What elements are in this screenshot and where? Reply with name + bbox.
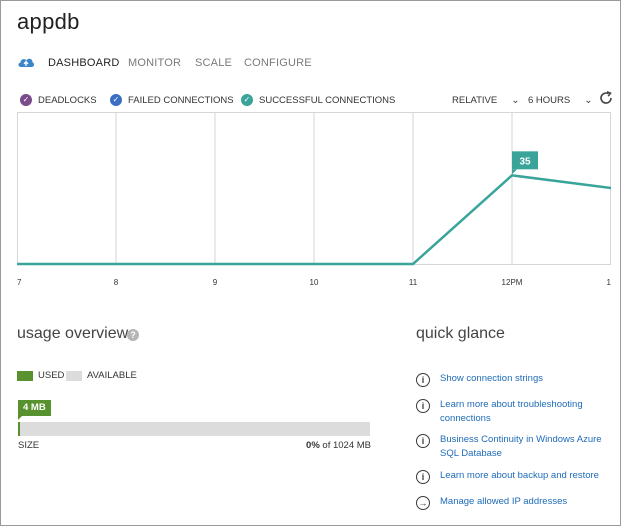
legend-successful-connections[interactable]: ✓ SUCCESSFUL CONNECTIONS: [241, 92, 395, 108]
link-text[interactable]: Show connection strings: [440, 372, 620, 386]
usage-percent: 0% of 1024 MB: [306, 440, 371, 451]
cloud-database-icon: [18, 58, 35, 67]
info-icon: i: [416, 399, 430, 413]
used-size-tag: 4 MB: [18, 400, 51, 420]
legend-successful-label: SUCCESSFUL CONNECTIONS: [259, 94, 396, 106]
link-text[interactable]: Learn more about backup and restore: [440, 469, 620, 483]
mode-dropdown[interactable]: RELATIVE ⌄: [452, 92, 520, 108]
check-circle-icon: ✓: [110, 94, 122, 106]
link-troubleshooting-connections[interactable]: i Learn more about troubleshooting conne…: [416, 398, 621, 425]
tab-dashboard[interactable]: DASHBOARD: [48, 57, 119, 69]
used-swatch: [17, 370, 33, 381]
capacity-text: of 1024 MB: [322, 440, 371, 451]
x-tick-label: 7: [17, 278, 22, 287]
link-business-continuity[interactable]: i Business Continuity in Windows Azure S…: [416, 433, 621, 460]
page-title: appdb: [17, 9, 80, 34]
used-label: USED: [38, 370, 65, 381]
range-value: 6 HOURS: [528, 94, 571, 106]
link-show-connection-strings[interactable]: i Show connection strings: [416, 372, 621, 387]
link-text[interactable]: Business Continuity in Windows Azure SQL…: [440, 433, 620, 460]
x-tick-label: 10: [310, 278, 319, 287]
percent-value: 0%: [306, 440, 320, 451]
tab-scale[interactable]: SCALE: [195, 57, 232, 69]
usage-bar-fill: [18, 422, 20, 436]
link-text[interactable]: Learn more about troubleshooting connect…: [440, 398, 620, 425]
info-icon: i: [416, 434, 430, 448]
x-tick-label: 11: [409, 278, 418, 287]
connections-chart: 7 8 9 10 11 12PM 1 35: [17, 112, 611, 287]
value-callout-label: 35: [519, 156, 531, 167]
legend-deadlocks[interactable]: ✓ DEADLOCKS: [20, 92, 97, 108]
mode-value: RELATIVE: [452, 94, 498, 106]
x-tick-label: 8: [114, 278, 119, 287]
arrow-right-circle-icon: →: [416, 496, 430, 510]
available-swatch: [66, 370, 82, 381]
quick-glance-title: quick glance: [416, 325, 505, 342]
link-manage-ip-addresses[interactable]: → Manage allowed IP addresses: [416, 495, 621, 510]
check-circle-icon: ✓: [241, 94, 253, 106]
link-backup-restore[interactable]: i Learn more about backup and restore: [416, 469, 621, 484]
usage-bar: [18, 422, 370, 436]
x-tick-label: 12PM: [502, 278, 523, 287]
info-icon: i: [416, 373, 430, 387]
size-label: SIZE: [18, 440, 40, 451]
usage-legend-available: AVAILABLE: [66, 370, 137, 381]
chevron-down-icon: ⌄: [584, 94, 593, 106]
range-dropdown[interactable]: 6 HOURS ⌄: [528, 92, 593, 108]
refresh-icon[interactable]: [598, 90, 614, 106]
usage-overview-title: usage overview: [17, 325, 129, 342]
legend-failed-label: FAILED CONNECTIONS: [128, 94, 234, 106]
chevron-down-icon: ⌄: [511, 94, 520, 106]
legend-deadlocks-label: DEADLOCKS: [38, 94, 97, 106]
link-text[interactable]: Manage allowed IP addresses: [440, 495, 620, 509]
usage-legend-used: USED: [17, 370, 64, 381]
info-icon: i: [416, 470, 430, 484]
check-circle-icon: ✓: [20, 94, 32, 106]
available-label: AVAILABLE: [87, 370, 137, 381]
x-tick-label: 9: [213, 278, 218, 287]
tab-monitor[interactable]: MONITOR: [128, 57, 181, 69]
help-icon[interactable]: ?: [127, 329, 139, 341]
x-tick-label: 1: [607, 278, 611, 287]
tab-configure[interactable]: CONFIGURE: [244, 57, 312, 69]
legend-failed-connections[interactable]: ✓ FAILED CONNECTIONS: [110, 92, 234, 108]
